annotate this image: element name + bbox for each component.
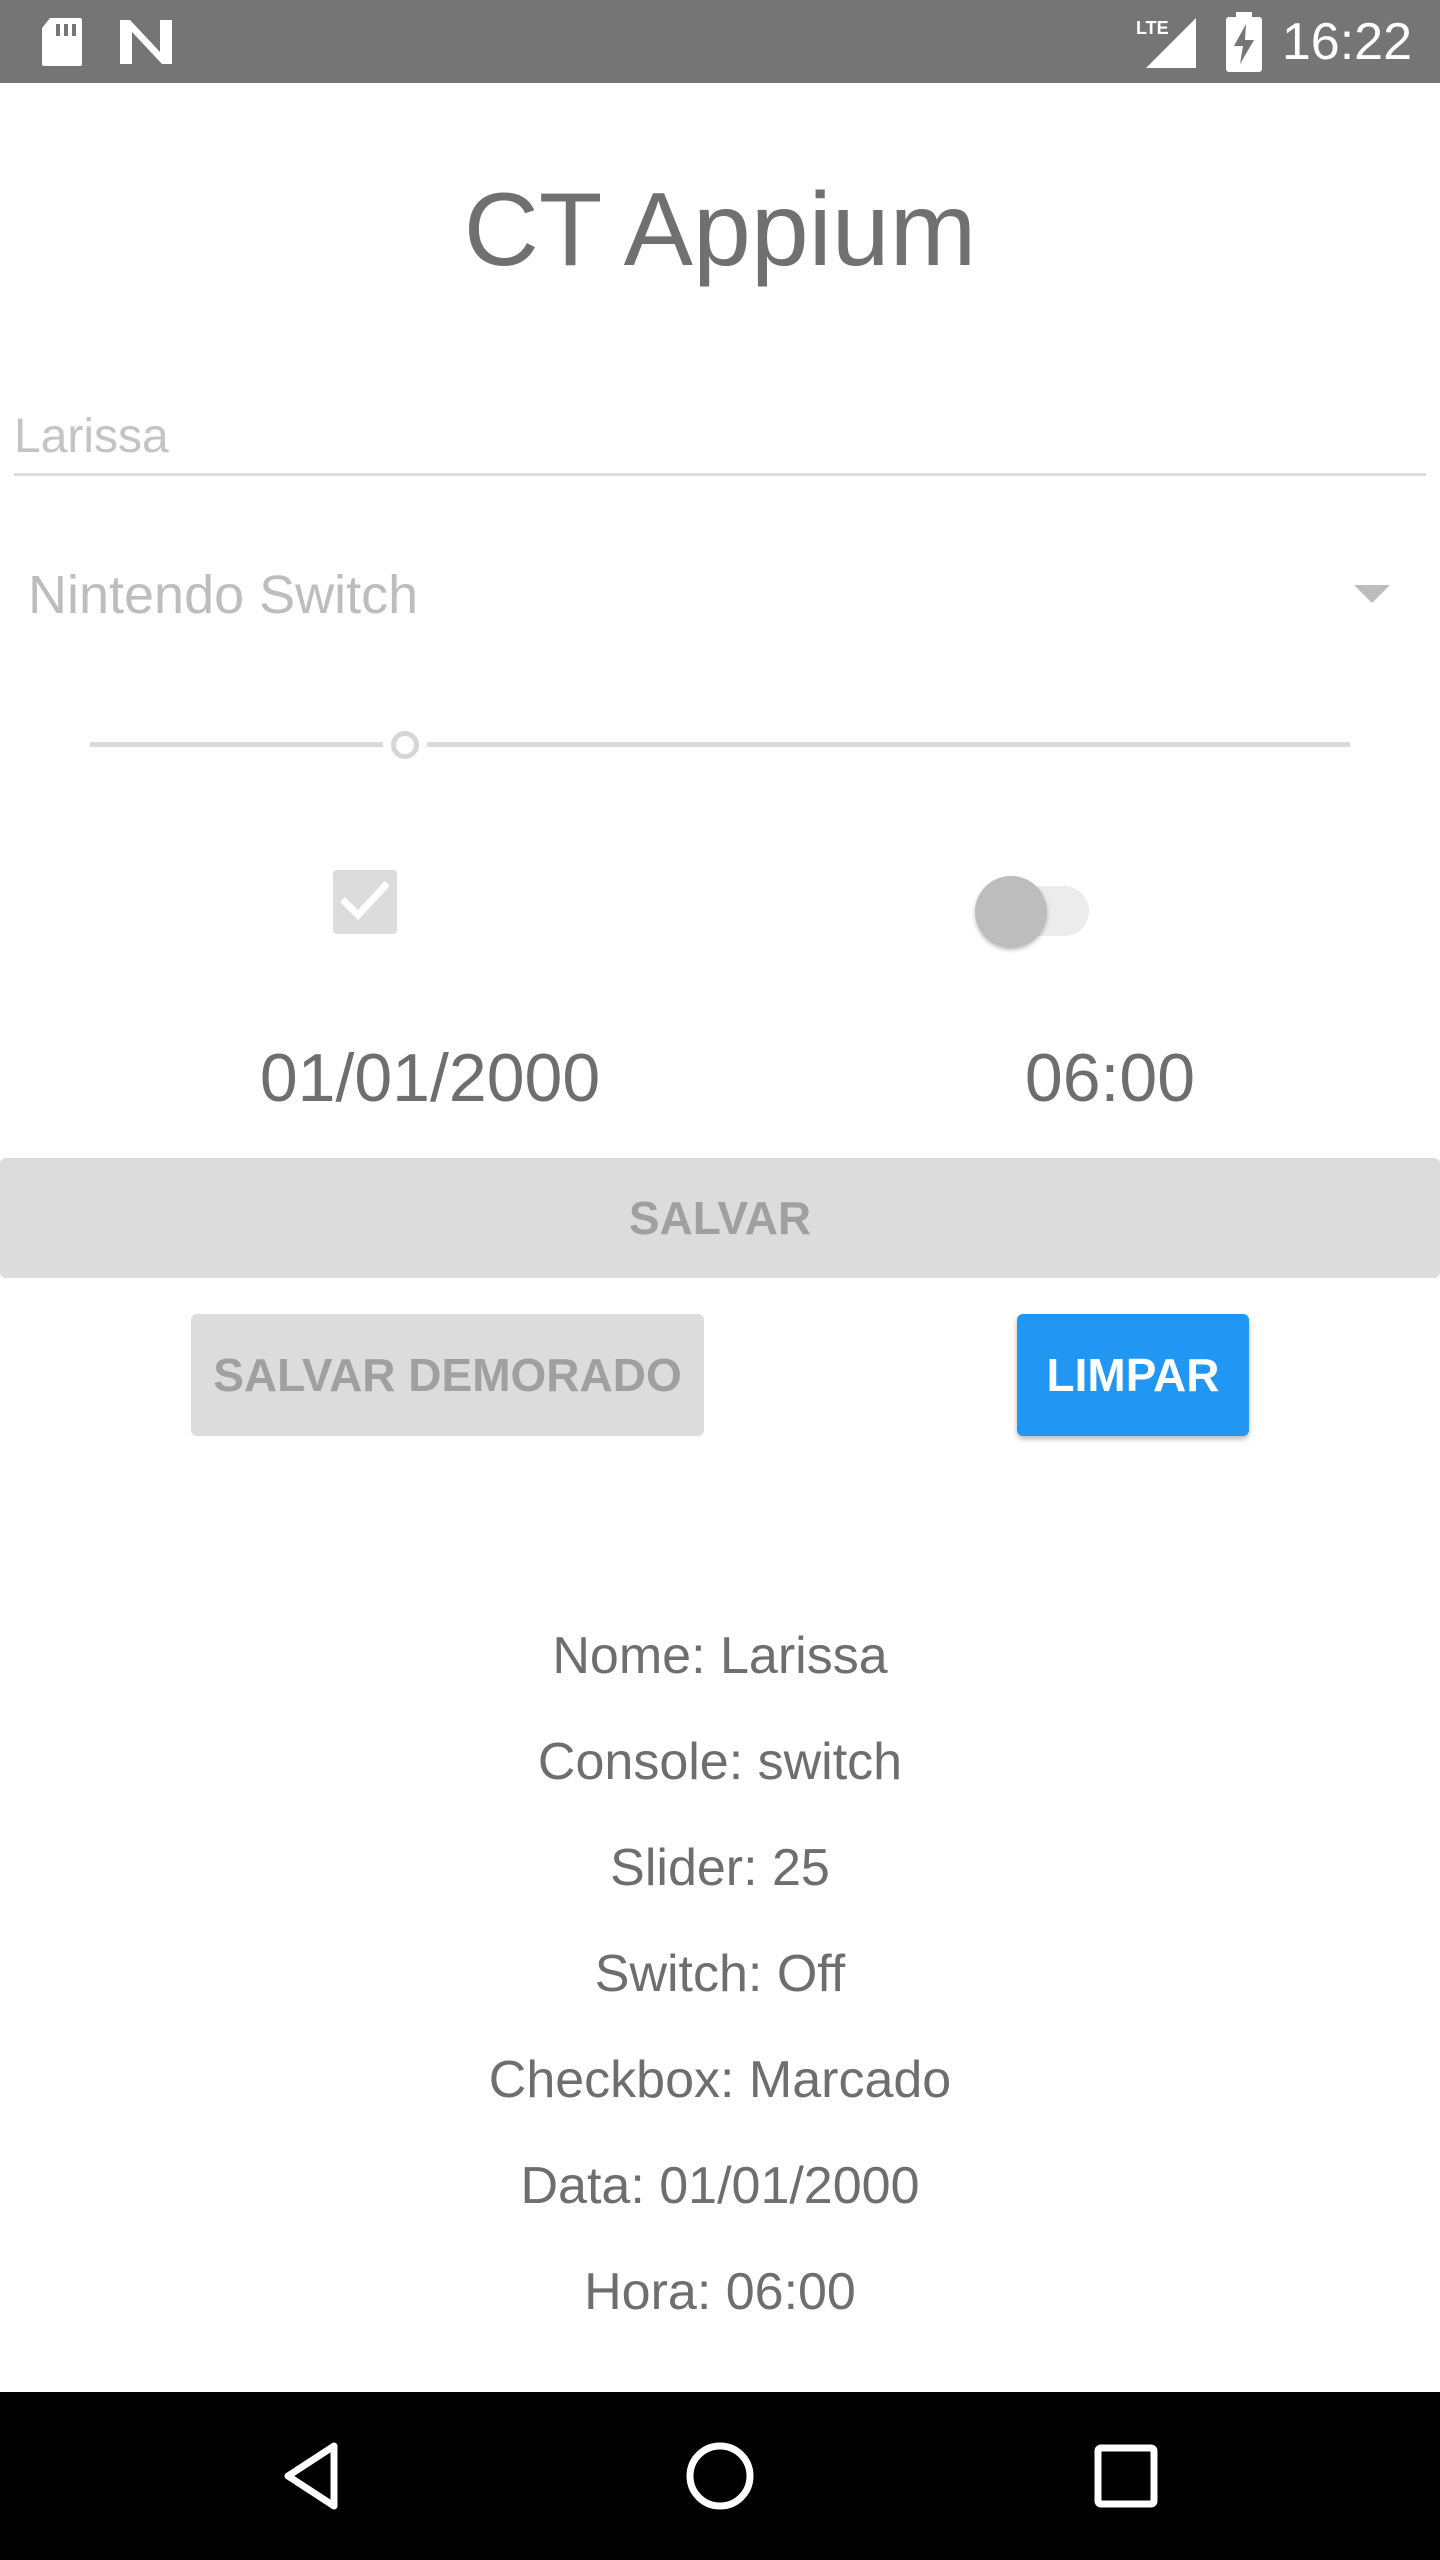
svg-text:LTE: LTE: [1136, 18, 1169, 38]
navigation-bar: [0, 2392, 1440, 2560]
status-bar: LTE 16:22: [0, 0, 1440, 83]
console-selected-value: Nintendo Switch: [28, 565, 419, 625]
clear-button[interactable]: LIMPAR: [1017, 1314, 1249, 1436]
checkbox[interactable]: [333, 870, 397, 934]
battery-charging-icon: [1226, 12, 1262, 77]
delayed-save-button[interactable]: SALVAR DEMORADO: [191, 1314, 704, 1436]
dropdown-arrow-icon: [1354, 585, 1390, 610]
recents-icon[interactable]: [1086, 2436, 1166, 2516]
switch-thumb: [975, 876, 1047, 948]
slider-track-left: [90, 742, 383, 747]
save-button[interactable]: SALVAR: [0, 1158, 1440, 1278]
check-icon: [341, 881, 389, 921]
clock: 16:22: [1281, 13, 1412, 71]
result-time: Hora: 06:00: [584, 2263, 856, 2321]
lte-signal-icon: LTE: [1134, 14, 1200, 75]
result-name: Nome: Larissa: [552, 1627, 888, 1685]
back-icon[interactable]: [276, 2436, 356, 2516]
home-icon[interactable]: [680, 2436, 760, 2516]
date-picker-text[interactable]: 01/01/2000: [170, 1036, 690, 1120]
result-slider: Slider: 25: [610, 1839, 830, 1897]
result-switch: Switch: Off: [594, 1945, 846, 2003]
result-console: Console: switch: [537, 1733, 903, 1791]
slider-thumb[interactable]: [391, 731, 419, 759]
sd-card-icon: [40, 16, 84, 73]
console-dropdown[interactable]: Nintendo Switch: [28, 545, 1408, 645]
value-slider[interactable]: [90, 715, 1350, 775]
app-title: CT Appium: [463, 172, 977, 288]
toggle-switch[interactable]: [975, 866, 1115, 948]
n-notification-icon: [118, 18, 174, 71]
result-date: Data: 01/01/2000: [520, 2157, 920, 2215]
slider-track-right: [427, 742, 1350, 747]
result-checkbox: Checkbox: Marcado: [488, 2051, 952, 2109]
time-picker-text[interactable]: 06:00: [950, 1036, 1270, 1120]
name-input[interactable]: [14, 400, 1426, 476]
